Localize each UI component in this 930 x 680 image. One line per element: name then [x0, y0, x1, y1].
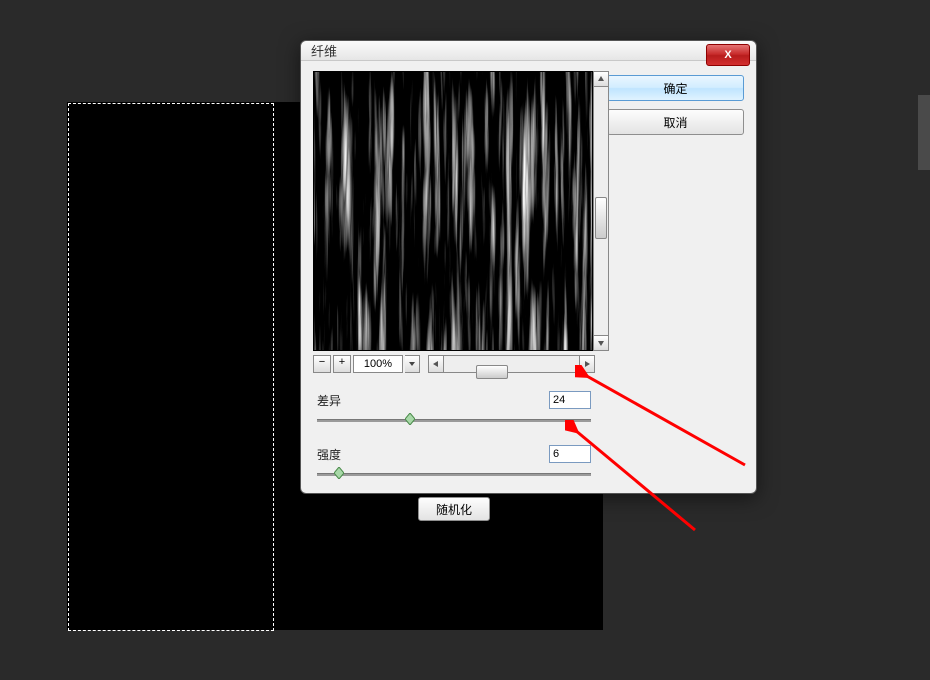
slider-rail: [317, 473, 591, 476]
hscroll-thumb[interactable]: [476, 365, 508, 379]
dialog-title: 纤维: [311, 41, 337, 60]
zoom-value[interactable]: 100%: [353, 355, 403, 373]
strength-slider-handle[interactable]: [334, 467, 344, 479]
variance-slider-handle[interactable]: [405, 413, 415, 425]
chevron-down-icon: [408, 360, 416, 368]
variance-input[interactable]: [549, 391, 591, 409]
strength-label: 强度: [317, 446, 341, 463]
randomize-button[interactable]: 随机化: [418, 497, 490, 521]
strength-slider[interactable]: [317, 467, 591, 481]
zoom-out-button[interactable]: −: [313, 355, 331, 373]
randomize-label: 随机化: [436, 501, 472, 518]
preview-horizontal-scrollbar[interactable]: [428, 355, 595, 373]
fibers-dialog: 纤维 X: [300, 40, 757, 494]
close-icon: X: [724, 49, 731, 61]
cancel-label: 取消: [663, 114, 687, 131]
slider-rail: [317, 419, 591, 422]
randomize-row: 随机化: [313, 497, 595, 521]
ok-button[interactable]: 确定: [607, 75, 744, 101]
dialog-left-column: − + 100%: [313, 71, 595, 521]
close-button[interactable]: X: [706, 44, 750, 66]
strength-input[interactable]: [549, 445, 591, 463]
scroll-right-icon[interactable]: [579, 356, 594, 372]
minus-icon: −: [319, 356, 325, 368]
scroll-left-icon[interactable]: [429, 356, 444, 372]
variance-label: 差异: [317, 392, 341, 409]
dialog-right-column: 确定 取消: [607, 71, 744, 521]
filter-preview[interactable]: [313, 71, 593, 351]
scroll-up-icon[interactable]: [594, 72, 608, 87]
scroll-down-icon[interactable]: [594, 335, 608, 350]
dialog-titlebar[interactable]: 纤维 X: [301, 41, 756, 61]
variance-slider[interactable]: [317, 413, 591, 427]
dialog-body: − + 100%: [301, 61, 756, 533]
strength-group: 强度: [313, 445, 595, 481]
plus-icon: +: [339, 356, 345, 368]
zoom-in-button[interactable]: +: [333, 355, 351, 373]
cancel-button[interactable]: 取消: [607, 109, 744, 135]
zoom-dropdown-button[interactable]: [405, 355, 420, 373]
variance-group: 差异: [313, 391, 595, 427]
right-panel-stub: [918, 95, 930, 170]
preview-vertical-scrollbar[interactable]: [593, 71, 609, 351]
fibers-texture: [314, 72, 592, 350]
zoom-controls: − + 100%: [313, 355, 595, 373]
ok-label: 确定: [663, 80, 687, 97]
vscroll-thumb[interactable]: [595, 197, 607, 239]
